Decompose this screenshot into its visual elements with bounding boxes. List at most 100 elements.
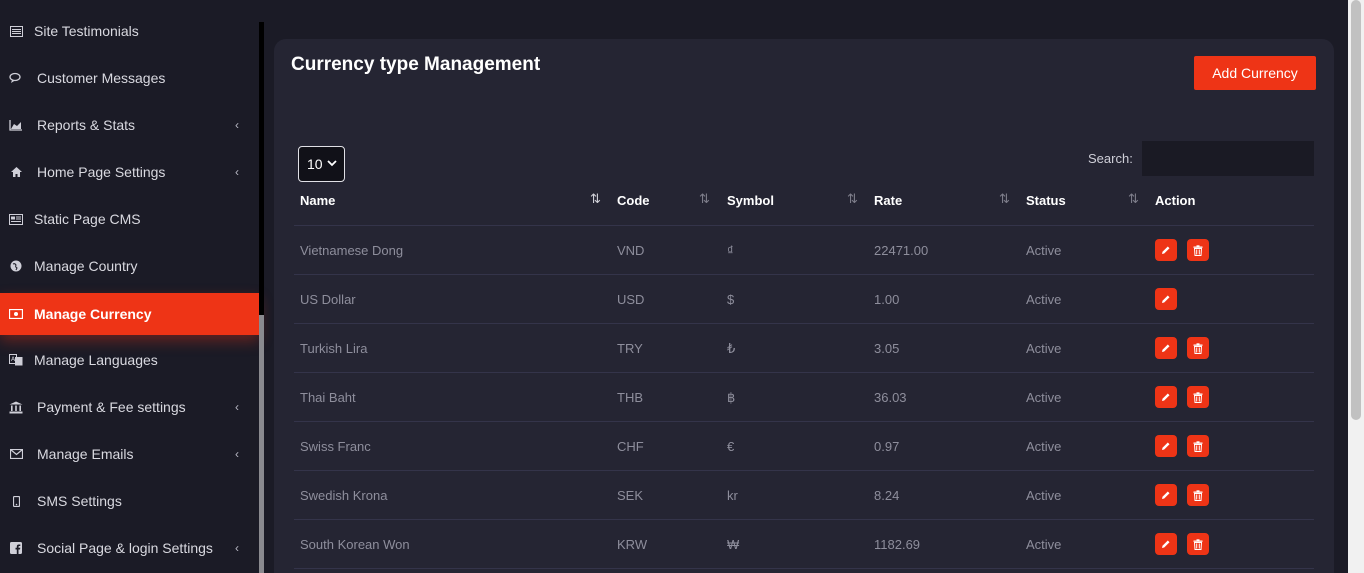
delete-button[interactable] xyxy=(1187,484,1209,506)
currency-name: South Korean Won xyxy=(300,537,410,552)
currency-status: Active xyxy=(1026,439,1062,454)
sidebar-item-label: Social Page & login Settings xyxy=(37,540,213,556)
delete-button[interactable] xyxy=(1187,337,1209,359)
currency-symbol: ₩ xyxy=(727,537,740,552)
page-scrollbar-thumb[interactable] xyxy=(1351,0,1361,420)
sort-icon[interactable]: ⇅ xyxy=(699,191,710,207)
bank-icon xyxy=(8,399,24,415)
sidebar-item-payment-fee-settings[interactable]: Payment & Fee settings ‹ xyxy=(0,386,259,428)
currency-rate: 8.24 xyxy=(874,488,900,503)
edit-button[interactable] xyxy=(1155,386,1177,408)
sidebar-item-label: SMS Settings xyxy=(37,493,122,509)
sidebar: Site Testimonials Customer Messages Repo… xyxy=(0,0,259,573)
page-length-select[interactable]: 10 xyxy=(298,146,345,182)
sort-icon[interactable]: ⇅ xyxy=(1128,191,1139,207)
envelope-icon xyxy=(8,446,24,462)
currency-status: Active xyxy=(1026,341,1062,356)
currency-code: SEK xyxy=(617,488,644,503)
currency-symbol: $ xyxy=(727,292,735,307)
currency-status: Active xyxy=(1026,390,1062,405)
trash-icon xyxy=(1193,244,1203,256)
column-header-rate[interactable]: Rate xyxy=(874,193,902,208)
delete-button[interactable] xyxy=(1187,239,1209,261)
edit-button[interactable] xyxy=(1155,435,1177,457)
currency-card: Currency type Management Add Currency 10… xyxy=(274,39,1334,573)
page-title: Currency type Management xyxy=(291,54,541,75)
delete-button[interactable] xyxy=(1187,533,1209,555)
table-row: Vietnamese Dong VND ₫ 22471.00 Active xyxy=(294,226,1314,275)
edit-button[interactable] xyxy=(1155,288,1177,310)
pencil-icon xyxy=(1161,245,1171,255)
edit-button[interactable] xyxy=(1155,239,1177,261)
list-icon xyxy=(8,23,24,39)
sidebar-item-label: Site Testimonials xyxy=(34,23,139,39)
page-length-value: 10 xyxy=(307,156,323,172)
pencil-icon xyxy=(1161,490,1171,500)
trash-icon xyxy=(1193,440,1203,452)
column-header-action: Action xyxy=(1155,193,1196,208)
column-header-name[interactable]: Name xyxy=(300,193,335,208)
pencil-icon xyxy=(1161,392,1171,402)
currency-name: Thai Baht xyxy=(300,390,356,405)
sidebar-item-label: Static Page CMS xyxy=(34,211,141,227)
trash-icon xyxy=(1193,538,1203,550)
edit-button[interactable] xyxy=(1155,533,1177,555)
chevron-left-icon: ‹ xyxy=(235,447,239,461)
trash-icon xyxy=(1193,489,1203,501)
currency-status: Active xyxy=(1026,488,1062,503)
currency-name: Vietnamese Dong xyxy=(300,243,404,258)
column-header-status[interactable]: Status xyxy=(1026,193,1066,208)
currency-code: THB xyxy=(617,390,643,405)
sidebar-item-site-testimonials[interactable]: Site Testimonials xyxy=(0,10,259,52)
sidebar-item-sms-settings[interactable]: SMS Settings xyxy=(0,480,259,522)
table-row: Thai Baht THB ฿ 36.03 Active xyxy=(294,373,1314,422)
currency-rate: 1.00 xyxy=(874,292,900,307)
currency-symbol: ₺ xyxy=(727,341,736,356)
edit-button[interactable] xyxy=(1155,484,1177,506)
app-root: Site Testimonials Customer Messages Repo… xyxy=(0,0,1364,573)
newspaper-icon xyxy=(8,211,24,227)
sort-icon[interactable]: ⇅ xyxy=(590,191,601,207)
currency-status: Active xyxy=(1026,292,1062,307)
pencil-icon xyxy=(1161,343,1171,353)
trash-icon xyxy=(1193,391,1203,403)
language-icon: A xyxy=(8,352,24,368)
currency-status: Active xyxy=(1026,243,1062,258)
sidebar-item-label: Home Page Settings xyxy=(37,164,166,180)
column-header-symbol[interactable]: Symbol xyxy=(727,193,774,208)
add-currency-button[interactable]: Add Currency xyxy=(1194,56,1316,90)
globe-icon xyxy=(8,258,24,274)
chevron-left-icon: ‹ xyxy=(235,541,239,555)
currency-code: VND xyxy=(617,243,645,258)
sort-icon[interactable]: ⇅ xyxy=(999,191,1010,207)
sidebar-item-reports-stats[interactable]: Reports & Stats ‹ xyxy=(0,104,259,146)
currency-code: KRW xyxy=(617,537,648,552)
sidebar-item-manage-emails[interactable]: Manage Emails ‹ xyxy=(0,433,259,475)
sidebar-item-social-page-login-settings[interactable]: Social Page & login Settings ‹ xyxy=(0,527,259,569)
sidebar-item-manage-languages[interactable]: A Manage Languages xyxy=(0,339,259,381)
currency-name: Turkish Lira xyxy=(300,341,368,356)
sidebar-scrollbar-thumb[interactable] xyxy=(259,315,264,573)
sidebar-item-label: Manage Country xyxy=(34,258,138,274)
area-chart-icon xyxy=(8,117,24,133)
chevron-left-icon: ‹ xyxy=(235,400,239,414)
mobile-icon xyxy=(8,493,24,509)
table-row: South Korean Won KRW ₩1182.69 Active xyxy=(294,520,1314,569)
sidebar-item-home-page-settings[interactable]: Home Page Settings ‹ xyxy=(0,151,259,193)
currency-rate: 1182.69 xyxy=(874,537,921,552)
sidebar-item-customer-messages[interactable]: Customer Messages xyxy=(0,57,259,99)
column-header-code[interactable]: Code xyxy=(617,193,650,208)
sidebar-item-manage-currency[interactable]: Manage Currency xyxy=(0,293,259,335)
delete-button[interactable] xyxy=(1187,435,1209,457)
search-input[interactable] xyxy=(1142,141,1314,176)
sidebar-item-label: Payment & Fee settings xyxy=(37,399,186,415)
currency-rate: 3.05 xyxy=(874,341,900,356)
home-icon xyxy=(8,164,24,180)
chevron-down-icon xyxy=(327,158,337,170)
sort-icon[interactable]: ⇅ xyxy=(847,191,858,207)
sidebar-item-manage-country[interactable]: Manage Country xyxy=(0,245,259,287)
table-row: US Dollar USD $1.00 Active xyxy=(294,275,1314,324)
sidebar-item-static-page-cms[interactable]: Static Page CMS xyxy=(0,198,259,240)
delete-button[interactable] xyxy=(1187,386,1209,408)
edit-button[interactable] xyxy=(1155,337,1177,359)
